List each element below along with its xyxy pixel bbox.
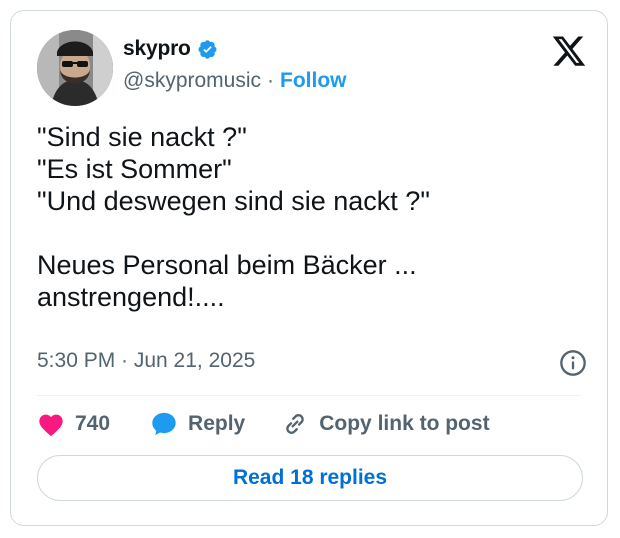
follow-button[interactable]: Follow — [280, 69, 347, 93]
reply-label: Reply — [188, 412, 246, 435]
author-handle-row: @skypromusic · Follow — [123, 69, 347, 93]
post-timestamp[interactable]: 5:30 PM · Jun 21, 2025 — [37, 349, 255, 373]
read-replies-button[interactable]: Read 18 replies — [37, 455, 583, 501]
read-replies-label: Read 18 replies — [232, 466, 388, 489]
action-bar: 740 Reply Copy link to post — [37, 409, 490, 439]
like-count: 740 — [75, 412, 111, 435]
author-handle[interactable]: @skypromusic — [123, 69, 261, 93]
divider — [37, 395, 581, 396]
verified-badge-icon — [197, 39, 218, 60]
info-icon[interactable] — [559, 349, 587, 377]
link-icon — [281, 410, 309, 438]
like-button[interactable]: 740 — [37, 411, 110, 437]
reply-bubble-icon — [150, 410, 178, 438]
reply-button[interactable]: Reply — [150, 410, 245, 438]
x-logo-icon[interactable] — [551, 33, 587, 69]
author-display-name[interactable]: skypro — [123, 37, 191, 61]
copy-link-button[interactable]: Copy link to post — [281, 410, 490, 438]
author-name-row: skypro — [123, 37, 218, 61]
avatar[interactable] — [37, 30, 113, 106]
post-text: "Sind sie nackt ?" "Es ist Sommer" "Und … — [37, 122, 430, 312]
separator: · — [267, 69, 275, 92]
heart-icon — [37, 411, 65, 437]
avatar-image — [37, 30, 113, 106]
post-card: skypro @skypromusic · Follow "Sind sie n… — [10, 10, 608, 526]
copy-link-label: Copy link to post — [319, 412, 490, 435]
